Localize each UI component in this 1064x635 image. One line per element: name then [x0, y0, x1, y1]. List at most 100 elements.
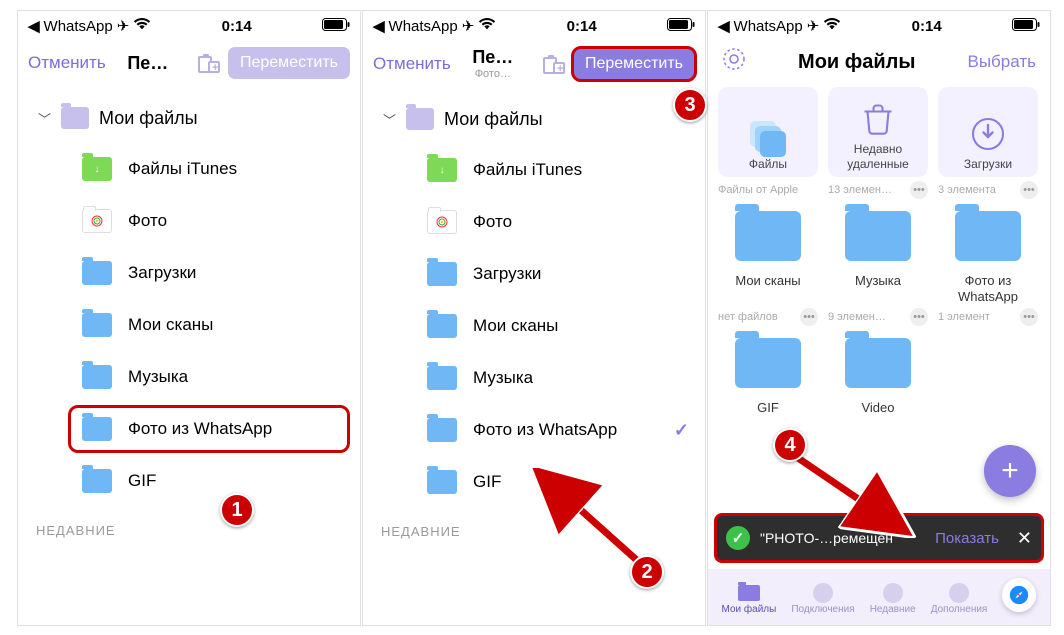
- folder-icon: [82, 261, 112, 285]
- folder-row-itunes[interactable]: ↓ Файлы iTunes: [18, 143, 360, 195]
- folder-row-music[interactable]: Музыка: [18, 351, 360, 403]
- folder-icon: ↓: [427, 158, 457, 182]
- folder-card-music[interactable]: Музыка: [828, 211, 928, 304]
- folder-icon: [427, 314, 457, 338]
- paste-icon[interactable]: +: [543, 54, 565, 74]
- page-title: Мои файлы: [798, 51, 915, 74]
- folder-list: ﹀ Мои файлы ↓ Файлы iTunes Фото Загрузки: [363, 88, 705, 508]
- folder-row-downloads[interactable]: Загрузки: [363, 248, 705, 300]
- addons-icon: [947, 584, 971, 602]
- folder-icon: [427, 470, 457, 494]
- folder-row-downloads[interactable]: Загрузки: [18, 247, 360, 299]
- folder-card-gif[interactable]: GIF: [718, 338, 818, 428]
- clock: 0:14: [567, 18, 597, 35]
- tab-connections[interactable]: Подключения: [791, 584, 854, 615]
- card-files[interactable]: Файлы: [718, 87, 818, 177]
- toast-show-button[interactable]: Показать: [935, 530, 999, 547]
- tab-recent[interactable]: Недавние: [870, 584, 916, 615]
- trash-icon: [860, 101, 896, 142]
- folder-icon: [845, 338, 911, 388]
- folder-row-whatsapp-photo[interactable]: Фото из WhatsApp: [18, 403, 360, 455]
- more-icon[interactable]: •••: [910, 308, 928, 326]
- clock: 0:14: [912, 18, 942, 35]
- success-icon: ✓: [726, 526, 750, 550]
- folder-icon: [955, 211, 1021, 261]
- more-icon[interactable]: •••: [1020, 308, 1038, 326]
- folder-icon: [737, 584, 761, 602]
- status-bar: ◀ WhatsApp ✈ 0:14: [18, 11, 360, 37]
- root-folder-row[interactable]: ﹀ Мои файлы: [18, 93, 360, 143]
- callout-badge-3: 3: [673, 88, 707, 122]
- folder-icon: [82, 209, 112, 233]
- folder-list: ﹀ Мои файлы ↓ Файлы iTunes Фото Загрузки: [18, 87, 360, 507]
- folder-icon: [406, 108, 434, 130]
- more-icon[interactable]: •••: [1020, 181, 1038, 199]
- folder-card-video[interactable]: Video: [828, 338, 928, 428]
- root-folder-label: Мои файлы: [444, 109, 543, 130]
- move-button[interactable]: Переместить: [228, 47, 350, 79]
- main-header: Мои файлы Выбрать: [708, 37, 1050, 87]
- download-icon: [970, 116, 1006, 157]
- folder-row-photo[interactable]: Фото: [18, 195, 360, 247]
- folder-grid-row-1: Мои сканы Музыка Фото из WhatsApp: [708, 211, 1050, 304]
- safari-icon[interactable]: [1002, 578, 1036, 612]
- root-folder-row[interactable]: ﹀ Мои файлы: [363, 94, 705, 144]
- header-title: Пе…: [106, 53, 190, 74]
- chevron-down-icon: ﹀: [383, 110, 396, 129]
- back-caret-icon[interactable]: ◀: [28, 17, 40, 35]
- back-app-label[interactable]: WhatsApp: [389, 18, 458, 35]
- recent-icon: [881, 584, 905, 602]
- more-icon[interactable]: •••: [910, 181, 928, 199]
- back-caret-icon[interactable]: ◀: [718, 17, 730, 35]
- gear-icon[interactable]: [722, 47, 746, 77]
- more-icon[interactable]: •••: [800, 308, 818, 326]
- back-app-label[interactable]: WhatsApp: [44, 18, 113, 35]
- toast-message: "PHOTO-…ремещен: [760, 530, 925, 546]
- folder-row-scans[interactable]: Мои сканы: [18, 299, 360, 351]
- battery-icon: [322, 18, 350, 34]
- cancel-button[interactable]: Отменить: [373, 54, 451, 74]
- card-downloads[interactable]: Загрузки: [938, 87, 1038, 177]
- folder-row-gif[interactable]: GIF: [363, 456, 705, 508]
- folder-row-whatsapp-photo[interactable]: Фото из WhatsApp ✓: [363, 404, 705, 456]
- battery-icon: [1012, 18, 1040, 34]
- folder-subrow-1: нет файлов••• 9 элемен…••• 1 элемент•••: [708, 304, 1050, 338]
- screenshot-2: ◀ WhatsApp ✈ 0:14 Отменить Пе… Фото… + П…: [362, 10, 706, 626]
- folder-card-whatsapp-photo[interactable]: Фото из WhatsApp: [938, 211, 1038, 304]
- folder-icon: [735, 211, 801, 261]
- cancel-button[interactable]: Отменить: [28, 53, 106, 73]
- move-header: Отменить Пе… Фото… + Переместить: [363, 37, 705, 88]
- screenshot-3: ◀ WhatsApp ✈ 0:14 Мои файлы Выбрать: [707, 10, 1051, 626]
- folder-icon: [61, 107, 89, 129]
- folder-row-photo[interactable]: Фото: [363, 196, 705, 248]
- folder-row-gif[interactable]: GIF: [18, 455, 360, 507]
- status-bar: ◀ WhatsApp ✈ 0:14: [708, 11, 1050, 37]
- tab-my-files[interactable]: Мои файлы: [722, 584, 777, 615]
- folder-icon: ↓: [82, 157, 112, 181]
- tab-addons[interactable]: Дополнения: [931, 584, 988, 615]
- move-button[interactable]: Переместить: [573, 48, 695, 80]
- back-caret-icon[interactable]: ◀: [373, 17, 385, 35]
- select-button[interactable]: Выбрать: [968, 52, 1036, 72]
- files-stack-icon: [750, 121, 786, 157]
- close-icon[interactable]: ✕: [1009, 528, 1032, 549]
- airplane-icon: ✈: [807, 17, 820, 35]
- folder-icon: [845, 211, 911, 261]
- folder-row-music[interactable]: Музыка: [363, 352, 705, 404]
- card-recently-deleted[interactable]: Недавно удаленные: [828, 87, 928, 177]
- folder-icon: [427, 262, 457, 286]
- folder-row-scans[interactable]: Мои сканы: [363, 300, 705, 352]
- folder-card-scans[interactable]: Мои сканы: [718, 211, 818, 304]
- folder-icon: [82, 365, 112, 389]
- paste-icon[interactable]: +: [198, 53, 220, 73]
- check-icon: ✓: [674, 420, 689, 441]
- back-app-label[interactable]: WhatsApp: [734, 18, 803, 35]
- fab-add-button[interactable]: +: [984, 445, 1036, 497]
- wifi-icon: [478, 17, 496, 35]
- folder-icon: [82, 417, 112, 441]
- tab-bar: Мои файлы Подключения Недавние Дополнени…: [708, 569, 1050, 625]
- folder-icon: [735, 338, 801, 388]
- battery-icon: [667, 18, 695, 34]
- folder-row-itunes[interactable]: ↓ Файлы iTunes: [363, 144, 705, 196]
- section-recent: НЕДАВНИЕ: [18, 507, 360, 546]
